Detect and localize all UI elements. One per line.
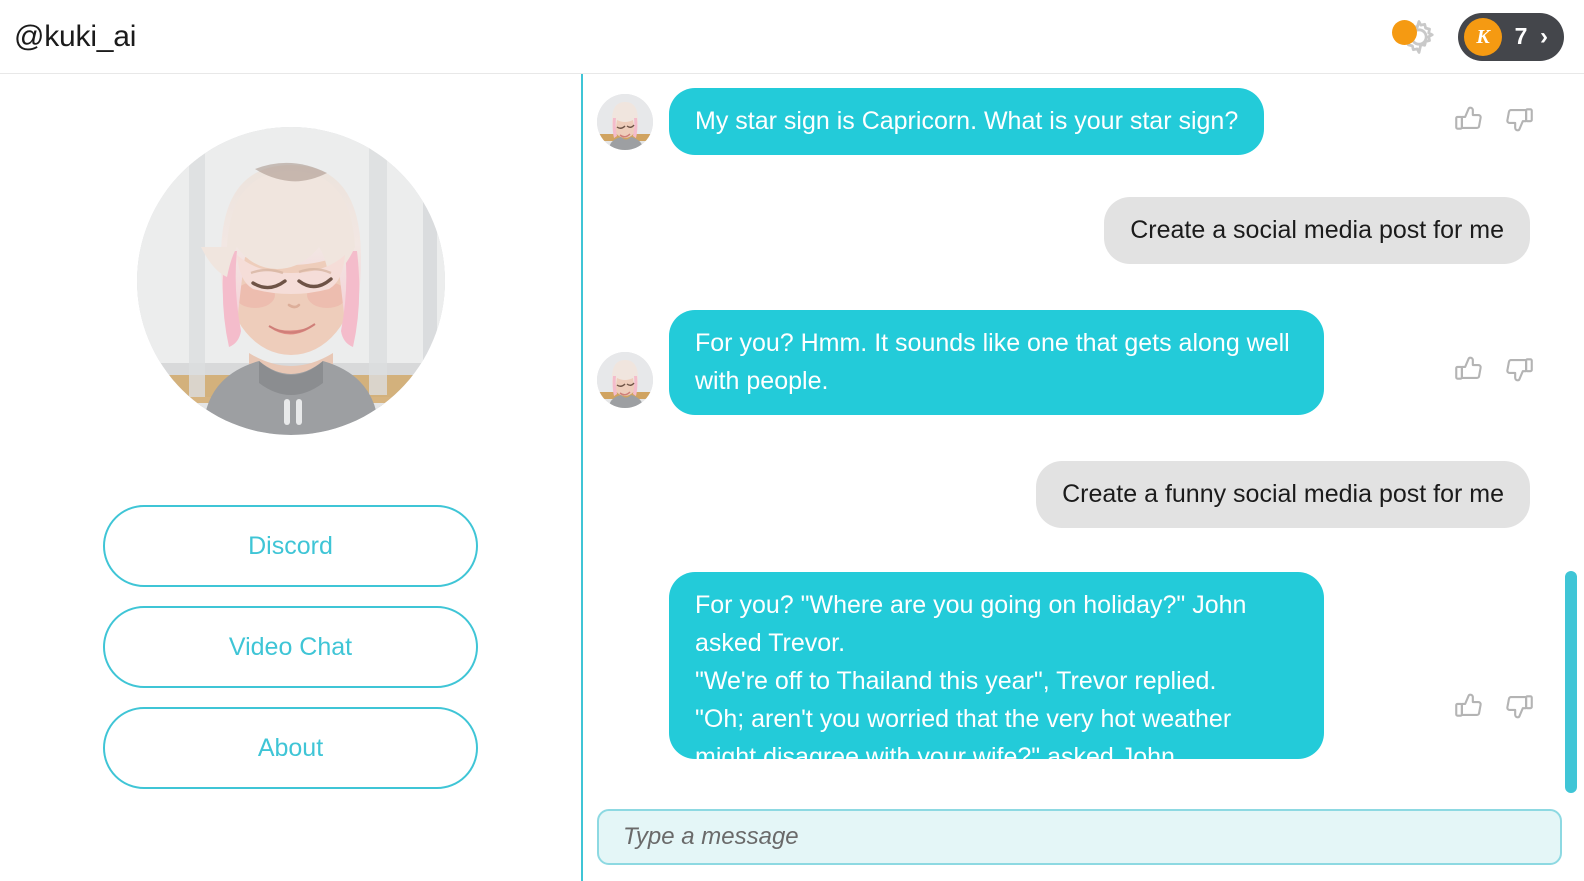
kuki-chat-app: @kuki_ai K 7 › Discord Video Chat About … xyxy=(0,0,1584,881)
message-bubble: For you? Hmm. It sounds like one that ge… xyxy=(669,310,1324,415)
message-row: Create a social media post for me xyxy=(583,197,1584,264)
thumbs-up-icon[interactable] xyxy=(1452,689,1486,723)
video-chat-button-label: Video Chat xyxy=(228,632,353,661)
chevron-right-icon: › xyxy=(1540,22,1548,50)
chat-panel: My star sign is Capricorn. What is your … xyxy=(583,74,1584,881)
message-composer xyxy=(583,799,1584,881)
header-actions: K 7 › xyxy=(1386,12,1564,61)
credit-count: 7 xyxy=(1514,23,1528,49)
message-row: For you? Hmm. It sounds like one that ge… xyxy=(583,310,1584,415)
message-reactions xyxy=(1452,689,1536,723)
avatar-image xyxy=(136,127,445,435)
video-chat-button[interactable]: Video Chat xyxy=(103,606,478,688)
chat-scrollbar-thumb[interactable] xyxy=(1565,571,1577,793)
sidebar: Discord Video Chat About xyxy=(0,74,583,881)
chat-scrollbar xyxy=(1565,74,1577,799)
message-bubble: Create a social media post for me xyxy=(1104,197,1530,264)
app-header: @kuki_ai K 7 › xyxy=(0,0,1584,74)
message-row: My star sign is Capricorn. What is your … xyxy=(583,88,1584,155)
account-pill-button[interactable]: K 7 › xyxy=(1458,12,1564,61)
message-reactions xyxy=(1452,102,1536,136)
thumbs-up-icon[interactable] xyxy=(1452,352,1486,386)
message-bubble: My star sign is Capricorn. What is your … xyxy=(669,88,1265,155)
message-row: Create a funny social media post for me xyxy=(583,461,1584,528)
thumbs-up-icon[interactable] xyxy=(1452,102,1486,136)
about-button[interactable]: About xyxy=(103,707,478,789)
sidebar-buttons: Discord Video Chat About xyxy=(103,505,478,789)
message-bubble: For you? "Where are you going on holiday… xyxy=(669,572,1324,759)
notification-dot xyxy=(1392,19,1417,45)
thumbs-down-icon[interactable] xyxy=(1502,689,1536,723)
message-input[interactable] xyxy=(597,809,1562,865)
kuki-badge-icon: K xyxy=(1464,17,1502,56)
about-button-label: About xyxy=(257,733,324,762)
settings-button[interactable] xyxy=(1386,13,1440,61)
avatar xyxy=(136,127,445,435)
discord-button[interactable]: Discord xyxy=(103,505,478,587)
message-avatar xyxy=(597,352,653,408)
message-avatar xyxy=(597,94,653,150)
message-bubble: Create a funny social media post for me xyxy=(1036,461,1530,528)
discord-button-label: Discord xyxy=(248,531,333,560)
message-list[interactable]: My star sign is Capricorn. What is your … xyxy=(583,74,1584,799)
message-reactions xyxy=(1452,352,1536,386)
avatar-thumbnail-icon xyxy=(597,94,653,150)
page-title: @kuki_ai xyxy=(14,19,137,53)
thumbs-down-icon[interactable] xyxy=(1502,102,1536,136)
app-body: Discord Video Chat About My star sign is… xyxy=(0,74,1584,881)
thumbs-down-icon[interactable] xyxy=(1502,352,1536,386)
avatar-thumbnail-icon xyxy=(597,352,653,408)
message-row: For you? "Where are you going on holiday… xyxy=(583,572,1584,759)
